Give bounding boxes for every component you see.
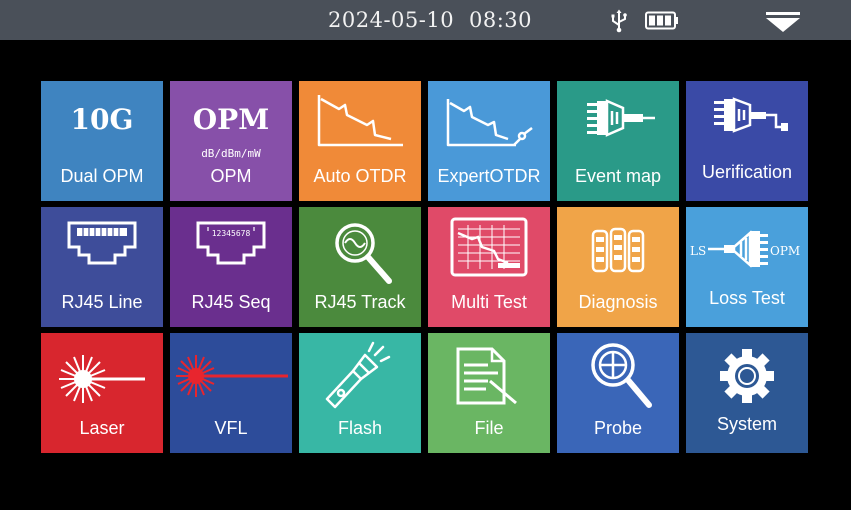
- rj45-sequence-port-icon: 12345678: [196, 221, 266, 265]
- tile-verification[interactable]: Uerification: [686, 81, 808, 201]
- opm-text-icon: OPM: [192, 103, 270, 136]
- usb-icon: [611, 9, 627, 33]
- 10g-text-icon: 10G: [70, 103, 134, 136]
- tile-label: Probe: [593, 418, 643, 438]
- tile-label: System: [716, 414, 777, 434]
- tile-rj45-seq[interactable]: 12345678 RJ45 Seq: [170, 207, 292, 327]
- flashlight-icon: [325, 341, 391, 409]
- tile-label: Flash: [337, 418, 382, 438]
- expert-otdr-trace-icon: [446, 99, 533, 147]
- tile-label: Uerification: [701, 162, 793, 182]
- battery-icon: [645, 11, 678, 30]
- tile-event-map[interactable]: Event map: [557, 81, 679, 201]
- tile-label: Diagnosis: [578, 292, 658, 312]
- tile-label: Dual OPM: [60, 166, 144, 186]
- tile-system[interactable]: System: [686, 333, 808, 453]
- tile-rj45-track[interactable]: RJ45 Track: [299, 207, 421, 327]
- tile-multi-test[interactable]: Multi Test: [428, 207, 550, 327]
- rj45-pin-numbers: 12345678: [212, 229, 251, 238]
- probe-magnifier-icon: [591, 343, 652, 408]
- tile-loss-test[interactable]: LS OPM Loss Test: [686, 207, 808, 327]
- otdr-trace-icon: [317, 95, 403, 147]
- tile-label: Multi Test: [451, 292, 527, 312]
- laser-burst-icon: [59, 355, 145, 403]
- multi-test-chart-icon: [450, 217, 528, 277]
- tile-label: VFL: [214, 418, 248, 438]
- status-time: 08:30: [469, 8, 533, 32]
- verification-connector-icon: [714, 97, 788, 133]
- tile-label: OPM: [210, 166, 252, 186]
- tile-rj45-line[interactable]: RJ45 Line: [41, 207, 163, 327]
- magnifier-wave-icon: [335, 223, 392, 284]
- vfl-red-laser-icon: [176, 355, 288, 397]
- tile-vfl[interactable]: VFL: [170, 333, 292, 453]
- rj45-port-icon: [67, 221, 137, 265]
- tile-label: Auto OTDR: [313, 166, 407, 186]
- tile-label: File: [474, 418, 504, 438]
- tile-dual-opm[interactable]: 10G Dual OPM: [41, 81, 163, 201]
- tile-probe[interactable]: Probe: [557, 333, 679, 453]
- tile-expert-otdr[interactable]: ExpertOTDR: [428, 81, 550, 201]
- tile-label: Laser: [79, 418, 125, 438]
- tile-flash[interactable]: Flash: [299, 333, 421, 453]
- event-map-connector-icon: [587, 99, 655, 137]
- tile-label: RJ45 Seq: [191, 292, 271, 312]
- diagnosis-modules-icon: [591, 227, 645, 273]
- status-date: 2024-05-10: [328, 8, 455, 32]
- tile-diagnosis[interactable]: Diagnosis: [557, 207, 679, 327]
- tile-laser[interactable]: Laser: [41, 333, 163, 453]
- tile-opm[interactable]: OPM dB/dBm/mW OPM: [170, 81, 292, 201]
- dropdown-arrow-icon[interactable]: [764, 11, 802, 33]
- gear-icon: [720, 349, 774, 403]
- tile-label: Event map: [574, 166, 662, 186]
- status-bar: 2024-05-10 08:30: [0, 0, 851, 40]
- tile-label: Loss Test: [709, 288, 785, 308]
- opm-units-text: dB/dBm/mW: [201, 147, 261, 160]
- tile-label: ExpertOTDR: [437, 166, 541, 186]
- tile-label: RJ45 Line: [61, 292, 143, 312]
- tile-auto-otdr[interactable]: Auto OTDR: [299, 81, 421, 201]
- tile-label: RJ45 Track: [314, 292, 406, 312]
- tile-file[interactable]: File: [428, 333, 550, 453]
- loss-test-connector-icon: [708, 230, 768, 268]
- file-document-icon: [456, 347, 517, 405]
